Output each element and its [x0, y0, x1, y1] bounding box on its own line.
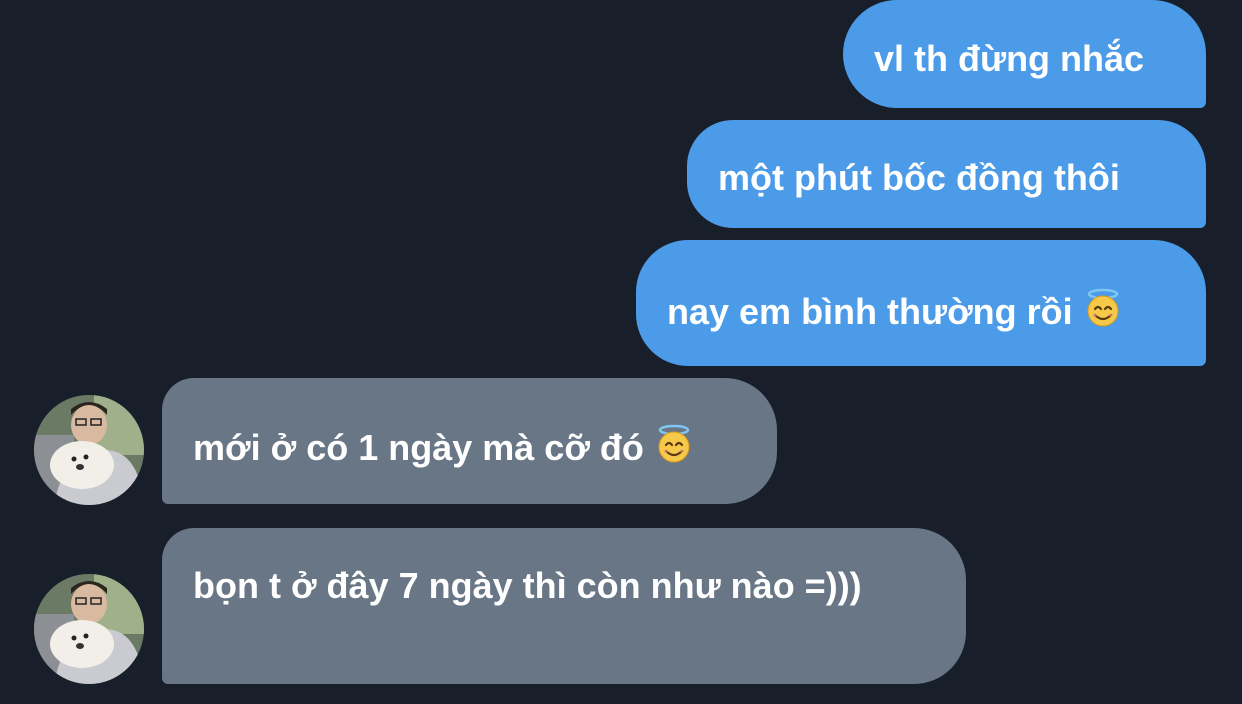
message-text: nay em bình thường rồi [667, 290, 1073, 332]
received-message-bubble[interactable]: bọn t ở đây 7 ngày thì còn như nào =))) [162, 528, 966, 684]
message-text: bọn t ở đây 7 ngày thì còn như nào =))) [193, 565, 862, 607]
smiling-face-with-halo-icon [1083, 288, 1123, 328]
sent-message-bubble[interactable]: một phút bốc đồng thôi [687, 120, 1206, 228]
sent-message-bubble[interactable]: vl th đừng nhắc [843, 0, 1206, 108]
message-text: một phút bốc đồng thôi [718, 156, 1120, 198]
smiling-face-with-halo-icon [654, 424, 694, 464]
received-message-bubble[interactable]: mới ở có 1 ngày mà cỡ đó [162, 378, 777, 504]
contact-avatar[interactable] [34, 395, 144, 505]
sent-message-bubble[interactable]: nay em bình thường rồi [636, 240, 1206, 366]
contact-avatar[interactable] [34, 574, 144, 684]
message-text: vl th đừng nhắc [874, 37, 1145, 79]
message-thread: vl th đừng nhắc một phút bốc đồng thôi n… [0, 0, 1242, 704]
message-text: mới ở có 1 ngày mà cỡ đó [193, 426, 644, 468]
